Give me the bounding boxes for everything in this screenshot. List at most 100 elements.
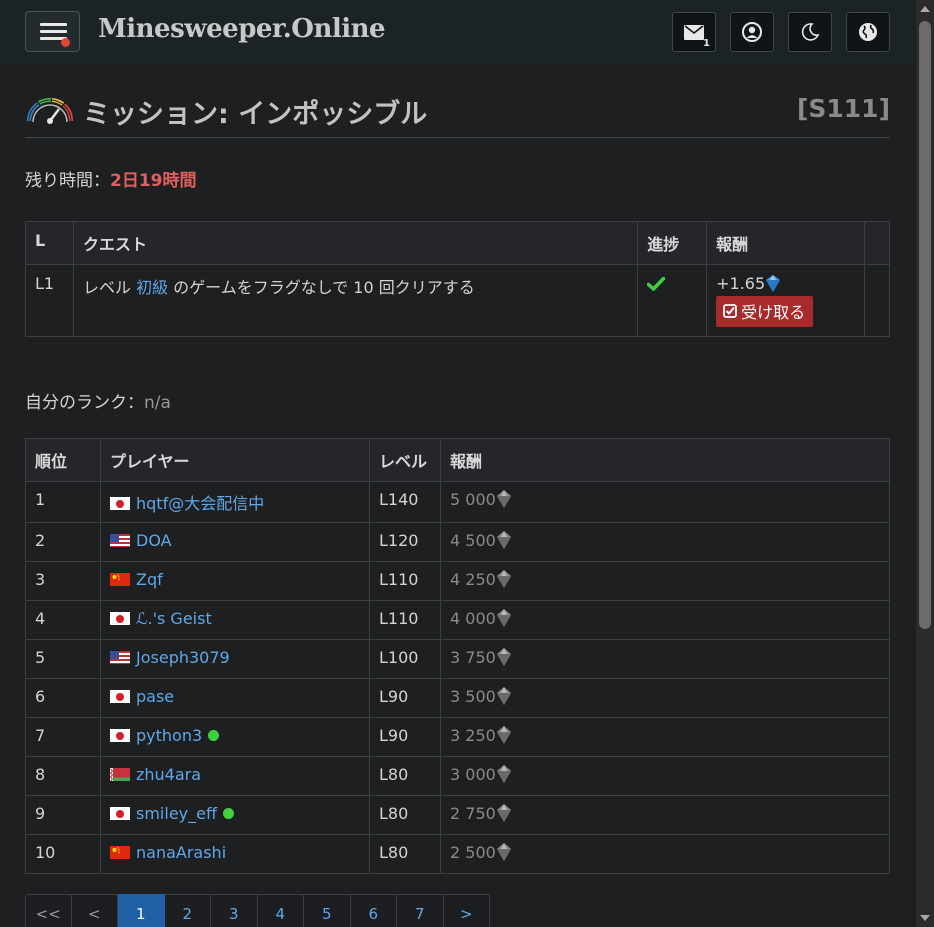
page-button-3[interactable]: 2 [164,894,211,927]
player-name-link[interactable]: pase [136,687,174,706]
player-reward-value: 4 250 [450,570,496,589]
player-reward-value: 3 250 [450,726,496,745]
gray-gem-icon [496,490,511,509]
player-reward-value: 5 000 [450,490,496,509]
quest-text: レベル [82,278,137,297]
column-header-level: レベル [369,438,441,482]
user-circle-icon [742,22,762,42]
pagination: << <1 2 3 4 5 6 7 > [25,894,490,927]
quest-reward: +1.65 受け取る [706,264,865,337]
player-cell: DOA [100,522,370,562]
player-level: L100 [369,639,441,679]
rank-number: 10 [25,834,101,874]
scrollbar-thumb[interactable] [919,21,931,629]
time-remaining-label: 残り時間： [25,171,110,191]
player-reward: 3 750 [440,639,890,679]
ranking-row: 1 hqtf@大会配信中 L140 5 000 [25,481,890,523]
ranking-row: 10 nanaArashi L80 2 500 [25,834,890,874]
player-reward-value: 3 750 [450,648,496,667]
player-reward-value: 4 500 [450,531,496,550]
moon-icon [801,23,820,41]
ranking-table-body: 1 hqtf@大会配信中 L140 5 000 2 DOA L120 4 500 3 Zqf L11… [25,481,890,874]
player-name-link[interactable]: Zqf [136,570,163,589]
gray-gem-icon [496,843,511,862]
player-reward-value: 2 500 [450,843,496,862]
page-button-9[interactable]: > [443,894,490,927]
messages-button[interactable]: 1 [672,12,716,52]
ranking-row: 4 ℒ.'s Geist L110 4 000 [25,600,890,640]
player-name-link[interactable]: python3 [136,726,202,745]
mission-header: ミッション: インポッシブル [S111] [25,90,890,138]
page-button-7[interactable]: 6 [350,894,397,927]
page-button-8[interactable]: 7 [397,894,444,927]
page-button-5[interactable]: 4 [257,894,304,927]
column-header-reward: 報酬 [440,438,890,482]
rank-number: 6 [25,678,101,718]
player-name-link[interactable]: zhu4ara [136,765,201,784]
rank-number: 2 [25,522,101,562]
column-header-level: L [25,221,74,265]
gray-gem-icon [496,648,511,667]
scrollbar[interactable] [916,0,934,927]
checkmark-icon [646,276,666,292]
online-status-icon [208,730,220,741]
language-button[interactable] [846,12,890,52]
page-button-1[interactable]: < [71,894,118,927]
player-reward-value: 3 000 [450,765,496,784]
ranking-table-header: 順位 プレイヤー レベル 報酬 [25,438,890,482]
claim-reward-button[interactable]: 受け取る [716,296,814,327]
flag-by-icon [110,767,130,781]
player-name-link[interactable]: smiley_eff [136,804,217,823]
gray-gem-icon [496,531,511,550]
column-header-quest: クエスト [72,221,639,265]
player-name-link[interactable]: nanaArashi [136,843,226,862]
ranking-row: 5 Joseph3079 L100 3 750 [25,639,890,679]
scroll-down-arrow-icon[interactable] [920,915,930,921]
quest-progress [637,264,708,337]
rank-number: 1 [25,481,101,523]
flag-jp-icon [110,728,130,742]
player-name-link[interactable]: ℒ.'s Geist [136,609,212,628]
check-square-icon [723,304,738,318]
gray-gem-icon [496,609,511,628]
ranking-row: 7 python3 L90 3 250 [25,717,890,757]
navbar: Minesweeper.Online 1 [0,0,916,64]
menu-button[interactable] [25,11,80,52]
flag-cn-icon [110,572,130,586]
notification-dot [61,38,70,47]
player-reward-value: 2 750 [450,804,496,823]
blue-gem-icon [766,275,781,292]
player-name-link[interactable]: Joseph3079 [136,648,230,667]
player-cell: Zqf [100,561,370,601]
column-header-progress: 進捗 [637,221,708,265]
site-brand[interactable]: Minesweeper.Online [98,14,386,44]
quest-level-link[interactable]: 初級 [136,278,168,297]
player-cell: nanaArashi [100,834,370,874]
player-name-link[interactable]: hqtf@大会配信中 [136,494,264,513]
player-name-link[interactable]: DOA [136,531,172,550]
quest-description: レベル 初級 のゲームをフラグなしで 10 回クリアする [72,264,639,337]
player-reward: 2 500 [440,834,890,874]
mail-count: 1 [703,38,710,49]
rank-number: 3 [25,561,101,601]
dark-mode-button[interactable] [788,12,832,52]
time-remaining: 残り時間：2日19時間 [25,166,197,191]
my-rank: 自分のランク：n/a [25,388,171,413]
quest-table: L クエスト 進捗 報酬 L1 レベル 初級 のゲームをフラグなしで 10 回ク… [25,221,891,337]
page-button-6[interactable]: 5 [304,894,351,927]
player-level: L80 [369,795,441,835]
account-button[interactable] [730,12,774,52]
column-header-rank: 順位 [25,438,101,482]
page-button-0[interactable]: << [25,894,72,927]
scroll-up-arrow-icon[interactable] [920,6,930,12]
page-button-2[interactable]: 1 [118,894,165,927]
player-level: L110 [369,600,441,640]
player-reward: 2 750 [440,795,890,835]
menu-icon-bar [40,30,67,33]
rank-number: 9 [25,795,101,835]
flag-jp-icon [110,611,130,625]
page-button-4[interactable]: 3 [211,894,258,927]
player-cell: ℒ.'s Geist [100,600,370,640]
mission-title: ミッション: インポッシブル [83,99,428,130]
rank-number: 4 [25,600,101,640]
